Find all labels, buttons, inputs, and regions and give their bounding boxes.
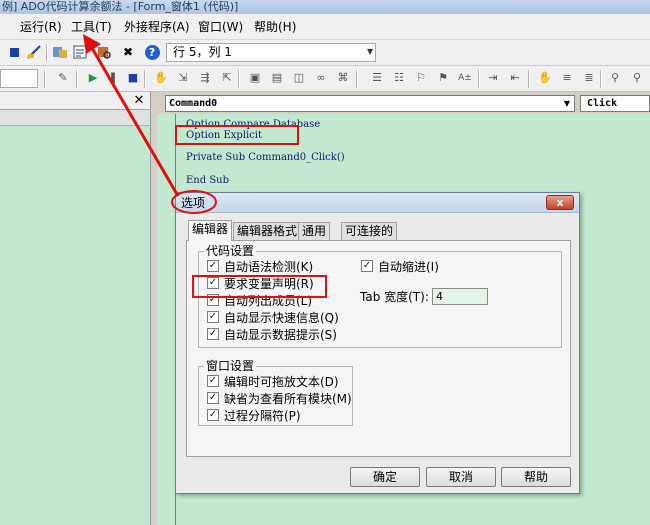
checkbox[interactable]: ✓: [207, 392, 219, 404]
hand-icon[interactable]: ✋: [154, 71, 168, 85]
ok-button[interactable]: 确定: [350, 467, 420, 487]
watch-window-icon[interactable]: ◫: [292, 71, 306, 85]
locals-window-icon[interactable]: ▣: [248, 71, 262, 85]
menu-run[interactable]: 运行(R): [20, 19, 62, 35]
cancel-button[interactable]: 取消: [426, 467, 496, 487]
tab-width-input[interactable]: 4: [432, 288, 488, 305]
project-panel-header: [0, 92, 150, 110]
chevron-down-icon[interactable]: ▼: [367, 44, 377, 60]
step-into-icon[interactable]: ⇲: [176, 71, 190, 85]
object-browser-icon[interactable]: [96, 44, 112, 60]
procedure-combo[interactable]: Click: [580, 95, 650, 112]
standard-toolbar: ✖ ? 行 5，列 1 ▼: [0, 40, 650, 66]
option-label: 缺省为查看所有模块(M): [224, 391, 352, 406]
window-settings-title: 窗口设置: [204, 359, 257, 373]
comment-block-icon[interactable]: ≡: [560, 71, 574, 85]
close-icon[interactable]: ✕: [131, 93, 147, 109]
menu-help[interactable]: 帮助(H): [254, 19, 296, 35]
run-icon[interactable]: ▶: [86, 71, 100, 85]
indent-icon[interactable]: ⇥: [486, 71, 500, 85]
outdent-icon[interactable]: ⇤: [508, 71, 522, 85]
toggle-bookmark-icon[interactable]: ⚲: [608, 71, 622, 85]
complete-word-icon[interactable]: A±: [458, 71, 472, 85]
panel-splitter[interactable]: [150, 92, 156, 525]
edit-toolbar: ✎ ▶ ❚ ■ ✋ ⇲ ⇶ ⇱ ▣ ▤ ◫ ∞ ⌘ ☰ ☷ ⚐ ⚑ A± ⇥ ⇤…: [0, 66, 650, 92]
next-bookmark-icon[interactable]: ⚲: [630, 71, 644, 85]
code-line-4: End Sub: [186, 175, 230, 186]
list-properties-icon[interactable]: ☰: [370, 71, 384, 85]
object-combo[interactable]: Command0: [165, 95, 575, 112]
option-drag-drop-text[interactable]: ✓ 编辑时可拖放文本(D): [207, 373, 339, 389]
code-line-3: Private Sub Command0_Click(): [186, 152, 345, 163]
option-auto-data-tips[interactable]: ✓ 自动显示数据提示(S): [207, 326, 337, 342]
project-panel-toolbar: [0, 110, 150, 126]
tab-docking[interactable]: 可连接的: [341, 222, 398, 240]
properties-icon[interactable]: [72, 44, 88, 60]
checkbox[interactable]: ✓: [207, 311, 219, 323]
step-over-icon[interactable]: ⇶: [198, 71, 212, 85]
quick-info-icon[interactable]: ⚐: [414, 71, 428, 85]
cursor-position: 行 5，列 1: [166, 43, 376, 62]
toolbar-combo[interactable]: [0, 69, 38, 88]
option-auto-syntax-check[interactable]: ✓ 自动语法检测(K): [207, 258, 313, 274]
list-constants-icon[interactable]: ☷: [392, 71, 406, 85]
design-mode-icon[interactable]: [26, 44, 42, 60]
highlight-option-explicit: [175, 125, 299, 145]
quick-watch-icon[interactable]: ∞: [314, 71, 328, 85]
help-icon[interactable]: ?: [144, 44, 160, 60]
design-icon[interactable]: ✎: [56, 71, 70, 85]
option-label: 自动语法检测(K): [224, 259, 314, 274]
code-settings-title: 代码设置: [204, 244, 257, 258]
checkbox[interactable]: ✓: [207, 375, 219, 387]
toolbox-icon[interactable]: ✖: [120, 44, 136, 60]
uncomment-block-icon[interactable]: ≣: [582, 71, 596, 85]
option-full-module-view[interactable]: ✓ 缺省为查看所有模块(M): [207, 390, 352, 406]
project-panel: [0, 92, 150, 525]
tab-panel-editor: 代码设置 ✓ 自动语法检测(K) ✓ 要求变量声明(R) ✓ 自动列出成员(L)…: [186, 240, 571, 457]
step-out-icon[interactable]: ⇱: [220, 71, 234, 85]
option-auto-quick-info[interactable]: ✓ 自动显示快速信息(Q): [207, 309, 339, 325]
tab-editor-format[interactable]: 编辑器格式: [233, 222, 302, 240]
dialog-close-button[interactable]: x: [546, 195, 574, 210]
checkbox[interactable]: ✓: [361, 260, 373, 272]
menu-bar: 运行(R) 工具(T) 外接程序(A) 窗口(W) 帮助(H): [0, 14, 650, 40]
immediate-window-icon[interactable]: ▤: [270, 71, 284, 85]
option-label: 自动缩进(I): [378, 259, 439, 274]
dialog-titlebar: 选项 x: [176, 193, 579, 213]
tab-width-label: Tab 宽度(T):: [360, 290, 429, 304]
project-explorer-icon[interactable]: [52, 44, 68, 60]
chevron-down-icon[interactable]: ▼: [560, 96, 574, 111]
toggle-breakpoint-icon[interactable]: ✋: [538, 71, 552, 85]
menu-addins[interactable]: 外接程序(A): [124, 19, 190, 35]
window-title: 例] ADO代码计算余额法 - [Form_窗体1 (代码)]: [0, 0, 650, 14]
menu-window[interactable]: 窗口(W): [198, 19, 243, 35]
option-label: 过程分隔符(P): [224, 408, 301, 423]
highlight-require-declaration: [192, 275, 327, 298]
option-procedure-separator[interactable]: ✓ 过程分隔符(P): [207, 407, 301, 423]
checkbox[interactable]: ✓: [207, 328, 219, 340]
option-auto-indent[interactable]: ✓ 自动缩进(I): [361, 258, 439, 274]
checkbox[interactable]: ✓: [207, 409, 219, 421]
checkbox[interactable]: ✓: [207, 260, 219, 272]
pause-icon[interactable]: ❚: [106, 71, 120, 85]
dialog-title: 选项: [181, 196, 206, 210]
tab-general[interactable]: 通用: [298, 222, 331, 240]
option-label: 自动显示数据提示(S): [224, 327, 337, 342]
parameter-info-icon[interactable]: ⚑: [436, 71, 450, 85]
call-stack-icon[interactable]: ⌘: [336, 71, 350, 85]
vba-editor-window: 例] ADO代码计算余额法 - [Form_窗体1 (代码)] 运行(R) 工具…: [0, 0, 650, 525]
menu-tools[interactable]: 工具(T): [71, 19, 112, 35]
option-label: 自动显示快速信息(Q): [224, 310, 339, 325]
options-dialog: 选项 x 编辑器 编辑器格式 通用 可连接的 代码设置 ✓ 自动语法检测(K) …: [175, 192, 580, 494]
help-button[interactable]: 帮助: [501, 467, 571, 487]
stop-icon[interactable]: [6, 44, 22, 60]
reset-icon[interactable]: ■: [126, 71, 140, 85]
tab-editor[interactable]: 编辑器: [188, 220, 233, 241]
code-margin: [157, 114, 176, 525]
option-label: 编辑时可拖放文本(D): [224, 374, 339, 389]
